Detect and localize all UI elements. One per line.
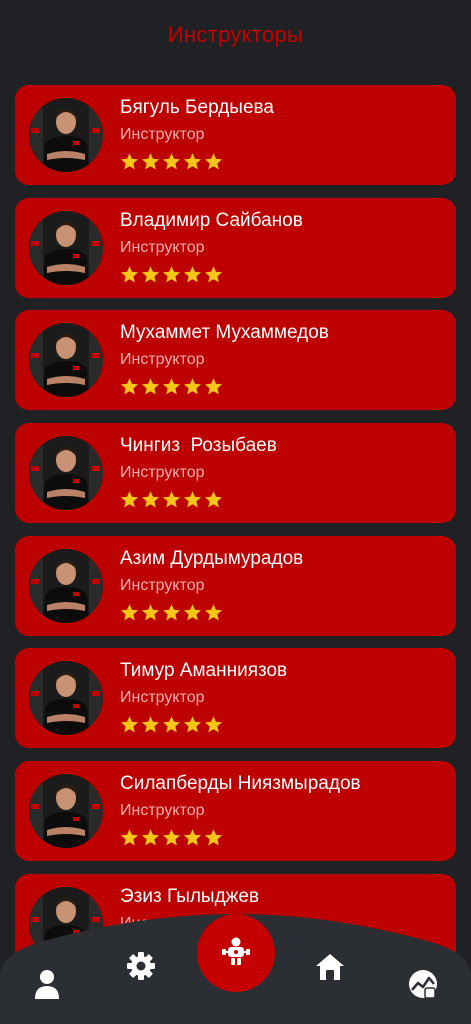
instructor-name: Азим Дурдымурадов xyxy=(120,547,304,569)
avatar xyxy=(29,210,103,285)
star-icon xyxy=(183,490,202,509)
star-icon xyxy=(141,603,160,622)
instructor-button[interactable] xyxy=(197,914,275,992)
star-icon xyxy=(162,152,181,171)
star-icon xyxy=(162,828,181,847)
star-icon xyxy=(120,377,139,396)
bottom-navigation xyxy=(0,914,471,1024)
star-icon xyxy=(162,715,181,734)
star-icon xyxy=(183,265,202,284)
instructor-role: Инструктор xyxy=(120,238,205,256)
star-icon xyxy=(183,715,202,734)
gear-icon xyxy=(126,951,156,981)
instructor-card[interactable]: Силапберды Ниязмырадов Инструктор xyxy=(15,761,456,862)
page-title: Инструкторы xyxy=(167,22,304,47)
star-icon xyxy=(204,828,223,847)
rating-stars xyxy=(120,152,223,171)
settings-button[interactable] xyxy=(123,948,159,984)
rating-stars xyxy=(120,828,223,847)
avatar xyxy=(29,548,103,623)
instructor-card[interactable]: Бягуль Бердыева Инструктор xyxy=(15,85,456,185)
stats-icon xyxy=(407,968,439,1000)
instructors-screen: Инструкторы Бягуль Бердыева Инструктор В… xyxy=(0,0,471,1024)
star-icon xyxy=(183,828,202,847)
instructor-name: Силапберды Ниязмырадов xyxy=(120,773,361,795)
avatar xyxy=(29,98,103,172)
instructor-role: Инструктор xyxy=(120,576,205,594)
star-icon xyxy=(120,265,139,284)
instructor-list[interactable]: Бягуль Бердыева Инструктор Владимир Сайб… xyxy=(15,85,456,987)
star-icon xyxy=(204,152,223,171)
instructor-card[interactable]: Владимир Сайбанов Инструктор xyxy=(15,197,456,298)
star-icon xyxy=(204,490,223,509)
star-icon xyxy=(162,490,181,509)
rating-stars xyxy=(120,265,223,284)
star-icon xyxy=(183,377,202,396)
rating-stars xyxy=(120,377,223,396)
rating-stars xyxy=(120,715,223,734)
profile-icon xyxy=(33,968,61,1000)
star-icon xyxy=(120,603,139,622)
star-icon xyxy=(162,603,181,622)
instructor-icon xyxy=(219,934,253,973)
instructor-name: Эзиз Гылыджев xyxy=(120,885,260,907)
star-icon xyxy=(141,490,160,509)
star-icon xyxy=(183,152,202,171)
star-icon xyxy=(204,377,223,396)
star-icon xyxy=(162,377,181,396)
instructor-role: Инструктор xyxy=(120,464,205,482)
avatar xyxy=(29,436,103,511)
rating-stars xyxy=(120,603,223,622)
instructor-name: Чингиз Розыбаев xyxy=(120,435,277,457)
instructor-role: Инструктор xyxy=(120,126,205,143)
instructor-role: Инструктор xyxy=(120,802,205,820)
star-icon xyxy=(141,152,160,171)
instructor-name: Бягуль Бердыева xyxy=(120,97,274,118)
home-icon xyxy=(314,952,346,982)
star-icon xyxy=(141,265,160,284)
profile-button[interactable] xyxy=(29,966,65,1002)
star-icon xyxy=(120,715,139,734)
star-icon xyxy=(141,715,160,734)
instructor-card[interactable]: Азим Дурдымурадов Инструктор xyxy=(15,535,456,636)
star-icon xyxy=(204,715,223,734)
avatar xyxy=(29,323,103,398)
star-icon xyxy=(183,603,202,622)
star-icon xyxy=(120,490,139,509)
star-icon xyxy=(204,603,223,622)
star-icon xyxy=(120,828,139,847)
instructor-name: Мухаммет Мухаммедов xyxy=(120,322,329,344)
star-icon xyxy=(162,265,181,284)
instructor-role: Инструктор xyxy=(120,689,205,707)
avatar xyxy=(29,774,103,849)
star-icon xyxy=(120,152,139,171)
instructor-role: Инструктор xyxy=(120,351,205,369)
home-button[interactable] xyxy=(312,949,348,985)
instructor-card[interactable]: Тимур Аманниязов Инструктор xyxy=(15,648,456,749)
star-icon xyxy=(141,377,160,396)
instructor-card[interactable]: Чингиз Розыбаев Инструктор xyxy=(15,423,456,524)
avatar xyxy=(29,661,103,736)
star-icon xyxy=(141,828,160,847)
star-icon xyxy=(204,265,223,284)
rating-stars xyxy=(120,490,223,509)
instructor-card[interactable]: Мухаммет Мухаммедов Инструктор xyxy=(15,310,456,411)
instructor-name: Тимур Аманниязов xyxy=(120,660,288,682)
stats-button[interactable] xyxy=(405,966,441,1002)
instructor-name: Владимир Сайбанов xyxy=(120,209,303,231)
